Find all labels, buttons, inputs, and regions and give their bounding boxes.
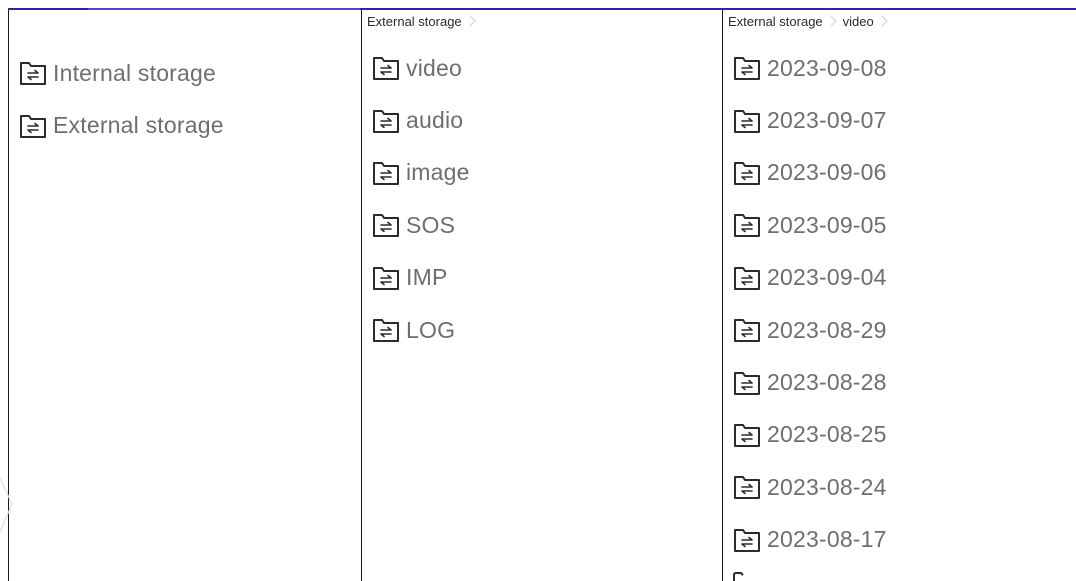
list-item-label: image <box>406 159 470 186</box>
list-item-date-folder[interactable]: 2023-08-29 <box>723 304 1076 356</box>
list-item-label: 2023-08-28 <box>767 369 887 396</box>
chevron-right-icon <box>876 15 888 27</box>
folder-sync-icon <box>19 60 47 86</box>
folder-sync-icon <box>372 55 400 81</box>
file-browser-screen: Internal storage External storage Extern… <box>0 0 1076 581</box>
breadcrumb: External storage <box>362 10 722 32</box>
list-item-label: 2023-09-08 <box>767 54 887 81</box>
list-item-date-folder[interactable]: 2023-09-07 <box>723 94 1076 146</box>
list-item-label: 2023-08-29 <box>767 316 887 343</box>
list-item-sos[interactable]: SOS <box>362 199 722 251</box>
date-folder-list: 2023-09-08 2023-09-07 2023-09-06 2023-09… <box>723 32 1076 566</box>
folder-sync-icon <box>733 160 761 186</box>
list-item-date-folder[interactable]: 2023-08-17 <box>723 514 1076 566</box>
video-folder-pane[interactable]: External storage video 2023-09-08 2023-0… <box>722 10 1076 581</box>
chevron-right-icon <box>464 15 476 27</box>
breadcrumb: External storage video <box>723 10 1076 32</box>
list-item-imp[interactable]: IMP <box>362 252 722 304</box>
folder-sync-icon <box>733 265 761 291</box>
list-item-date-folder[interactable]: 2023-08-28 <box>723 356 1076 408</box>
list-item-video[interactable]: video <box>362 42 722 94</box>
list-item-label: 2023-08-24 <box>767 473 887 500</box>
folder-sync-icon <box>733 212 761 238</box>
list-item-label: 2023-09-04 <box>767 264 887 291</box>
list-item-label: External storage <box>53 112 224 139</box>
list-item-label: video <box>406 54 462 81</box>
list-item-date-folder[interactable]: 2023-09-06 <box>723 147 1076 199</box>
list-item-label: SOS <box>406 211 456 238</box>
folder-sync-icon <box>733 572 744 581</box>
list-item-label: 2023-09-07 <box>767 107 887 134</box>
breadcrumb-item-external-storage[interactable]: External storage <box>728 14 823 29</box>
folder-sync-icon <box>733 55 761 81</box>
breadcrumb-item-video[interactable]: video <box>843 14 874 29</box>
folder-sync-icon <box>19 113 47 139</box>
folder-sync-icon <box>733 108 761 134</box>
list-item-label: 2023-09-05 <box>767 211 887 238</box>
list-item-image[interactable]: image <box>362 147 722 199</box>
list-item-label: Internal storage <box>53 59 217 86</box>
folder-sync-icon <box>733 370 761 396</box>
folder-sync-icon <box>733 317 761 343</box>
folder-sync-icon <box>372 317 400 343</box>
list-item-date-folder[interactable]: 2023-09-04 <box>723 252 1076 304</box>
list-item-log[interactable]: LOG <box>362 304 722 356</box>
folder-sync-icon <box>372 108 400 134</box>
list-item-audio[interactable]: audio <box>362 94 722 146</box>
list-item-label: 2023-08-17 <box>767 526 887 553</box>
external-storage-pane[interactable]: External storage video audio image SOS I… <box>361 10 722 581</box>
list-item-date-folder[interactable]: 2023-08-25 <box>723 409 1076 461</box>
chevron-right-icon <box>825 15 837 27</box>
breadcrumb-item-external-storage[interactable]: External storage <box>367 14 462 29</box>
top-bar <box>0 0 1076 10</box>
storage-list: Internal storage External storage <box>9 10 361 152</box>
list-item-date-folder[interactable]: 2023-09-08 <box>723 42 1076 94</box>
folder-sync-icon <box>733 527 761 553</box>
list-item-date-folder[interactable]: 2023-09-05 <box>723 199 1076 251</box>
list-item-internal-storage[interactable]: Internal storage <box>9 47 361 99</box>
list-item-date-folder[interactable]: 2023-08-24 <box>723 461 1076 513</box>
list-item-label: 2023-09-06 <box>767 159 887 186</box>
list-item-label: IMP <box>406 264 448 291</box>
folder-sync-icon <box>372 160 400 186</box>
list-item-external-storage[interactable]: External storage <box>9 99 361 151</box>
list-item-label: 2023-08-25 <box>767 421 887 448</box>
folder-sync-icon <box>372 212 400 238</box>
folder-list: video audio image SOS IMP LOG <box>362 32 722 356</box>
folder-sync-icon <box>372 265 400 291</box>
storage-root-pane[interactable]: Internal storage External storage <box>8 10 361 581</box>
list-item-label: LOG <box>406 316 456 343</box>
edge-decoration <box>0 477 13 533</box>
folder-sync-icon <box>733 474 761 500</box>
list-item-label: audio <box>406 107 464 134</box>
folder-sync-icon <box>733 422 761 448</box>
